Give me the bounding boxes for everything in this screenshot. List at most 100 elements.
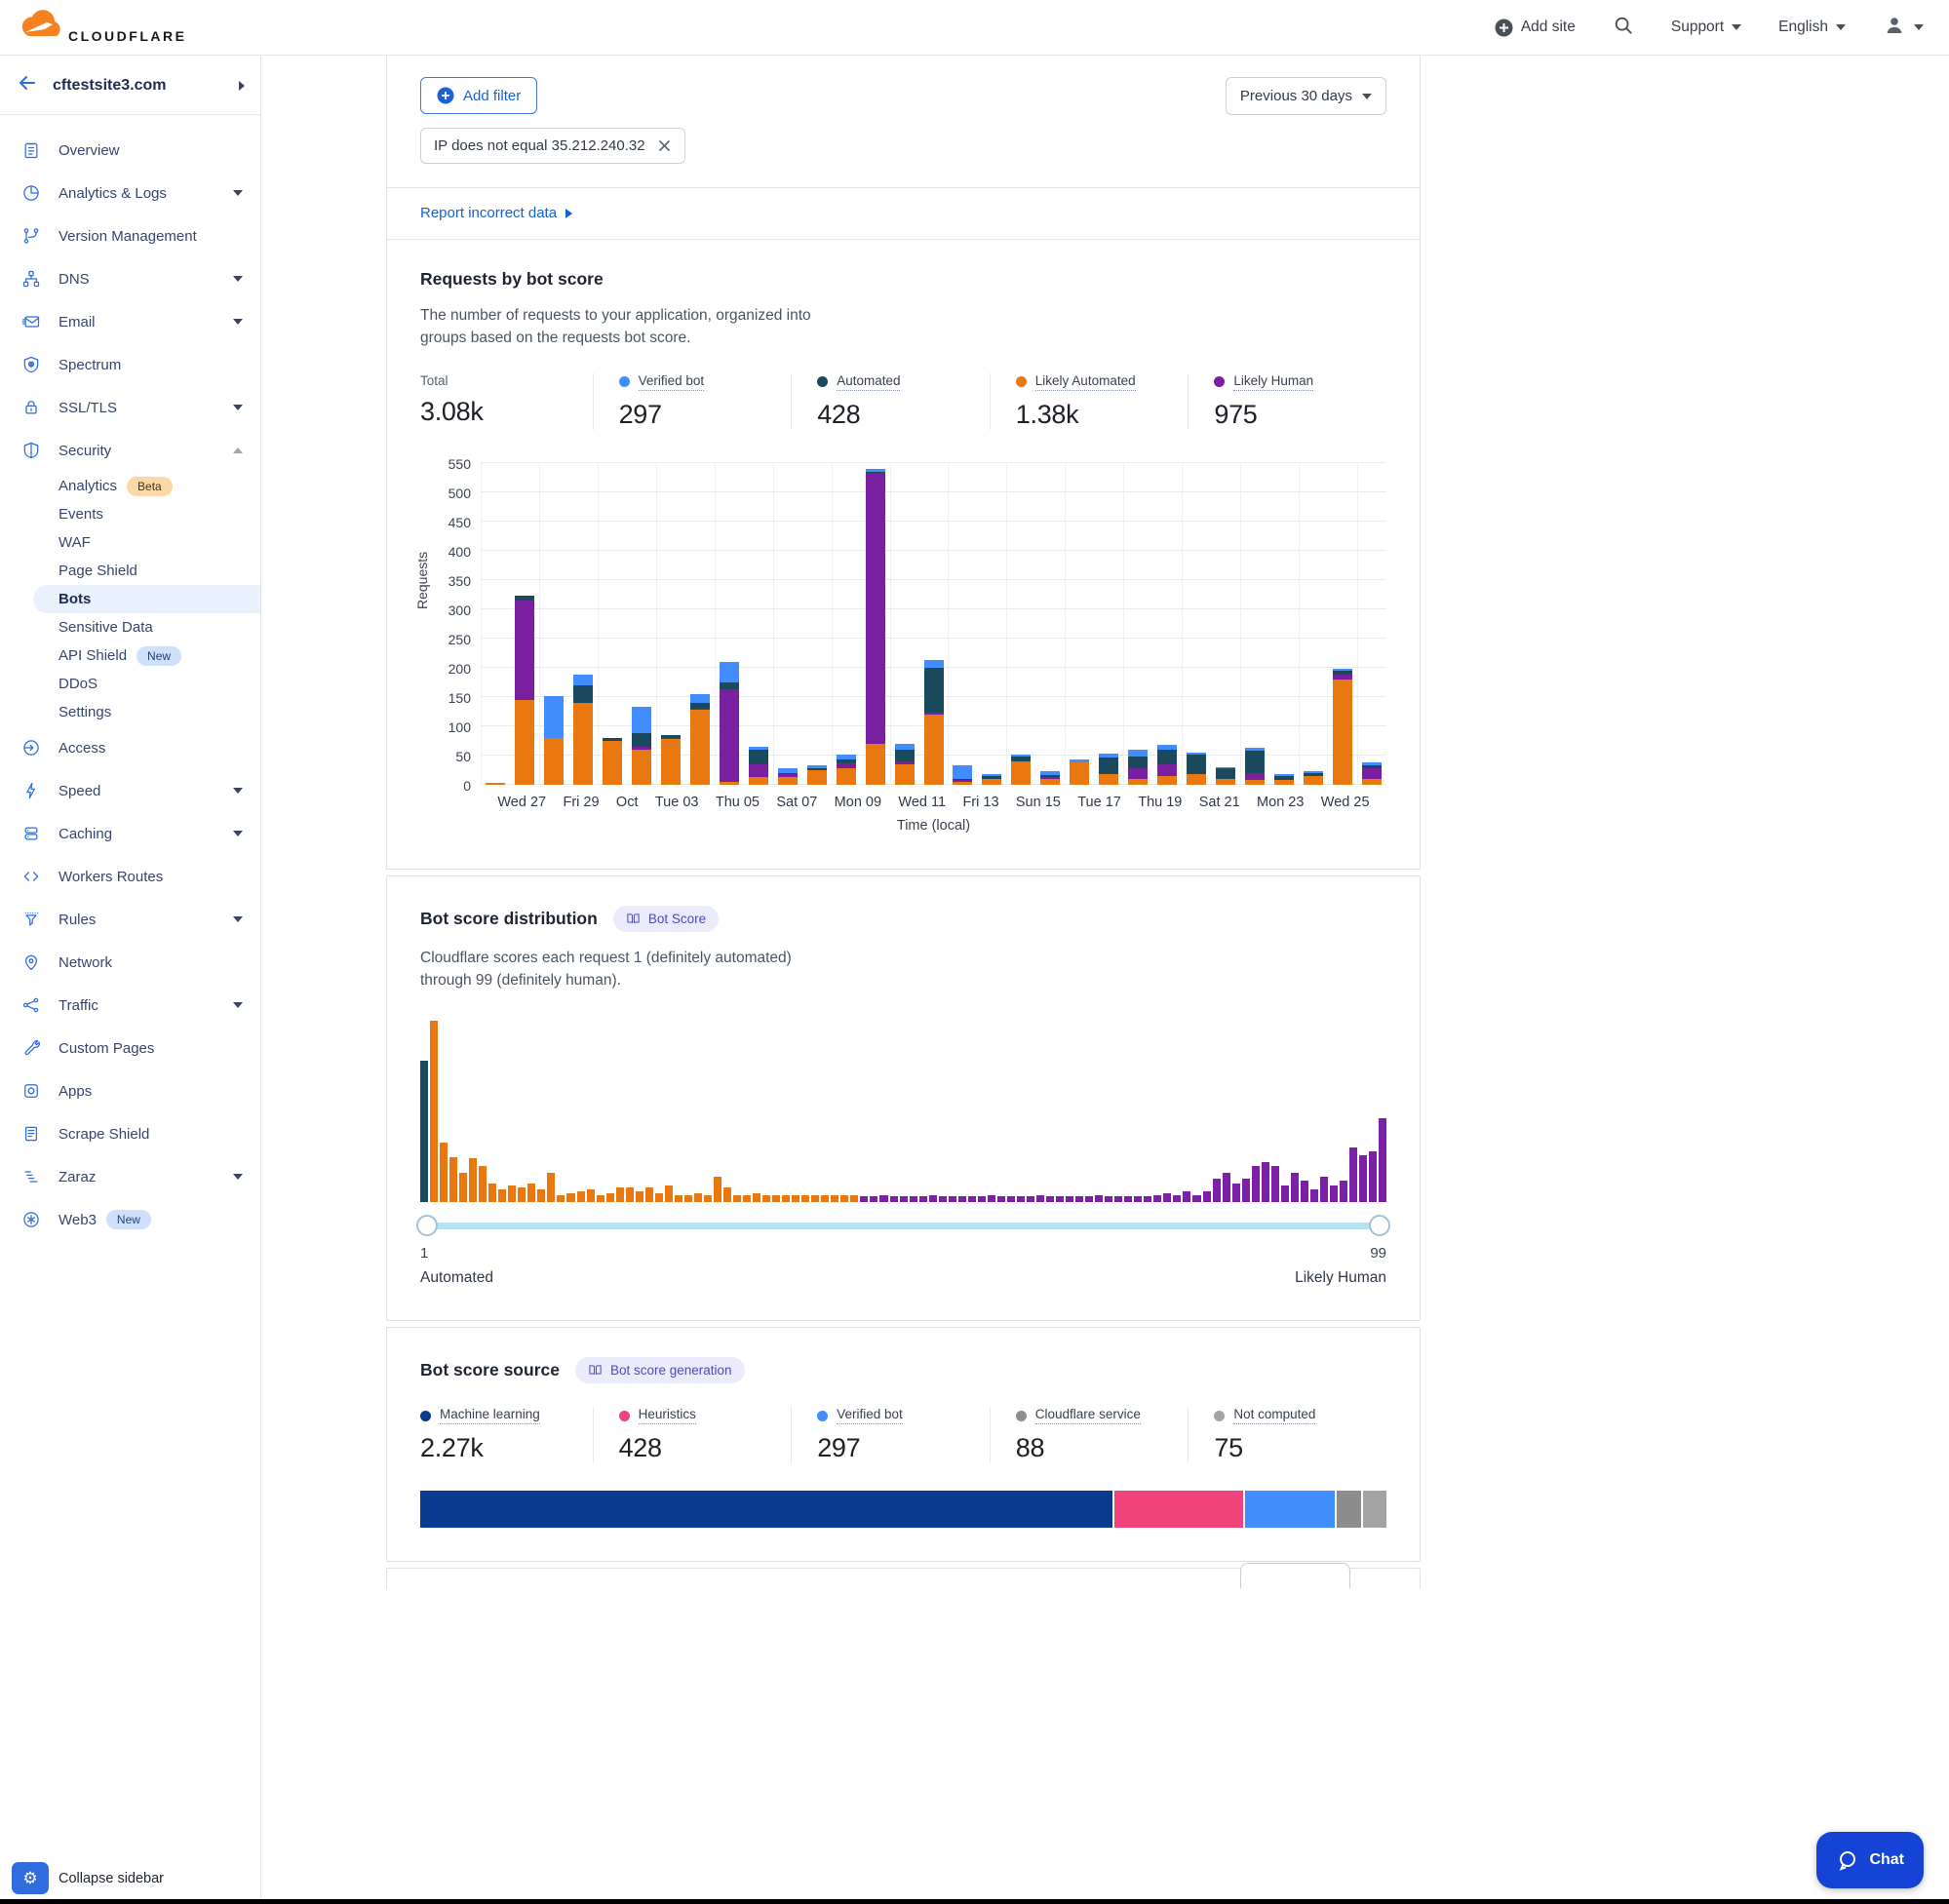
source-segment-cloudflare-service xyxy=(1337,1491,1364,1528)
x-tick xyxy=(1182,795,1198,810)
likely-automated-segment xyxy=(720,782,739,785)
sidebar-item-access[interactable]: Access xyxy=(0,726,260,769)
add-site-button[interactable]: Add site xyxy=(1495,19,1576,37)
sidebar-item-caching[interactable]: Caching xyxy=(0,812,260,855)
search-button[interactable] xyxy=(1613,15,1634,41)
hierarchy-icon xyxy=(21,269,41,289)
sidebar-item-network[interactable]: Network xyxy=(0,941,260,984)
sidebar-item-bots[interactable]: Bots xyxy=(33,585,260,613)
stat-value: 3.08k xyxy=(420,397,593,427)
stat-machine-learning: Machine learning2.27k xyxy=(420,1407,593,1463)
x-tick: Thu 19 xyxy=(1138,795,1182,810)
histogram-bar xyxy=(879,1195,887,1202)
x-axis-label: Time (local) xyxy=(481,818,1386,834)
branch-icon xyxy=(21,226,41,246)
sidebar-item-settings[interactable]: Settings xyxy=(0,698,260,726)
histogram-bar xyxy=(645,1187,653,1202)
bars-icon xyxy=(21,1167,41,1186)
histogram-bar xyxy=(449,1157,457,1203)
sidebar-item-workers-routes[interactable]: Workers Routes xyxy=(0,855,260,898)
sidebar-item-sensitive-data[interactable]: Sensitive Data xyxy=(0,613,260,641)
settings-gear-button[interactable]: ⚙ xyxy=(12,1862,49,1894)
x-tick xyxy=(698,795,715,810)
stat-label[interactable]: Heuristics xyxy=(639,1407,696,1424)
filter-chip[interactable]: IP does not equal 35.212.240.32 xyxy=(420,128,685,164)
histogram-bar xyxy=(782,1195,790,1202)
stat-label[interactable]: Likely Human xyxy=(1233,373,1313,391)
chart-bar xyxy=(1006,463,1035,785)
stat-label[interactable]: Not computed xyxy=(1233,1407,1315,1424)
sidebar-item-ssl-tls[interactable]: SSL/TLS xyxy=(0,386,260,429)
remove-filter-icon[interactable] xyxy=(657,138,672,153)
slider-track[interactable] xyxy=(420,1223,1386,1229)
sidebar-item-rules[interactable]: Rules xyxy=(0,898,260,941)
requests-stats-row: Total3.08kVerified bot297Automated428Lik… xyxy=(420,373,1386,430)
sidebar-item-waf[interactable]: WAF xyxy=(0,528,260,557)
x-tick xyxy=(600,795,616,810)
sidebar-item-security[interactable]: Security xyxy=(0,429,260,472)
chart-bar xyxy=(510,463,539,785)
date-range-select[interactable]: Previous 30 days xyxy=(1226,77,1386,115)
support-menu[interactable]: Support xyxy=(1671,19,1741,36)
sidebar-item-label: Settings xyxy=(58,704,111,720)
stat-label[interactable]: Verified bot xyxy=(639,373,705,391)
site-selector[interactable]: cftestsite3.com xyxy=(0,57,260,115)
likely-automated-segment xyxy=(1157,776,1177,785)
stat-cloudflare-service: Cloudflare service88 xyxy=(990,1407,1189,1463)
back-arrow-icon[interactable] xyxy=(16,71,39,99)
sidebar-item-overview[interactable]: Overview xyxy=(0,129,260,172)
legend-dot xyxy=(817,376,828,387)
sidebar-item-page-shield[interactable]: Page Shield xyxy=(0,557,260,585)
y-tick: 100 xyxy=(448,719,471,735)
sidebar-item-analytics-logs[interactable]: Analytics & Logs xyxy=(0,172,260,214)
histogram-bar xyxy=(1349,1147,1357,1202)
chat-button[interactable]: Chat xyxy=(1816,1832,1924,1888)
add-filter-button[interactable]: Add filter xyxy=(420,77,537,114)
stat-label[interactable]: Machine learning xyxy=(440,1407,540,1424)
y-tick: 150 xyxy=(448,690,471,706)
sidebar-item-events[interactable]: Events xyxy=(0,500,260,528)
histogram-bar xyxy=(1095,1195,1103,1202)
histogram-bar xyxy=(1310,1189,1318,1202)
sidebar-item-spectrum[interactable]: Spectrum xyxy=(0,343,260,386)
histogram-bar xyxy=(518,1187,526,1202)
language-menu[interactable]: English xyxy=(1778,19,1846,36)
histogram-bar xyxy=(890,1196,898,1202)
slider-handle-max[interactable] xyxy=(1369,1215,1390,1236)
score-range-slider[interactable] xyxy=(420,1214,1386,1237)
sidebar-item-apps[interactable]: Apps xyxy=(0,1069,260,1112)
chart-bar xyxy=(773,463,802,785)
sidebar-item-api-shield[interactable]: API ShieldNew xyxy=(0,641,260,670)
sidebar-item-zaraz[interactable]: Zaraz xyxy=(0,1155,260,1198)
cloudflare-logo[interactable]: CLOUDFLARE xyxy=(16,10,186,46)
sidebar-item-dns[interactable]: DNS xyxy=(0,257,260,300)
sidebar-item-scrape-shield[interactable]: Scrape Shield xyxy=(0,1112,260,1155)
partial-button[interactable] xyxy=(1240,1563,1350,1588)
sidebar-item-email[interactable]: Email xyxy=(0,300,260,343)
histogram-bar xyxy=(1046,1196,1054,1202)
chart-bar xyxy=(977,463,1006,785)
account-menu[interactable] xyxy=(1883,14,1924,42)
sidebar-item-speed[interactable]: Speed xyxy=(0,769,260,812)
collapse-sidebar-button[interactable]: Collapse sidebar xyxy=(58,1871,164,1886)
sidebar-item-web3[interactable]: Web3New xyxy=(0,1198,260,1241)
x-tick: Wed 27 xyxy=(497,795,546,810)
stat-label[interactable]: Cloudflare service xyxy=(1035,1407,1141,1424)
report-incorrect-data-link[interactable]: Report incorrect data xyxy=(420,205,572,221)
sidebar-item-custom-pages[interactable]: Custom Pages xyxy=(0,1027,260,1069)
bot-score-generation-badge[interactable]: Bot score generation xyxy=(575,1357,745,1383)
histogram-bar xyxy=(939,1196,947,1202)
sidebar-item-traffic[interactable]: Traffic xyxy=(0,984,260,1027)
slider-handle-min[interactable] xyxy=(416,1215,438,1236)
sidebar-item-analytics[interactable]: AnalyticsBeta xyxy=(0,472,260,500)
sidebar-item-ddos[interactable]: DDoS xyxy=(0,670,260,698)
stat-label[interactable]: Verified bot xyxy=(837,1407,903,1424)
stat-likely-automated: Likely Automated1.38k xyxy=(990,373,1189,430)
bot-score-badge[interactable]: Bot Score xyxy=(613,906,719,932)
stat-label[interactable]: Automated xyxy=(837,373,900,391)
top-nav: CLOUDFLARE Add site Support English xyxy=(0,0,1949,56)
histogram-bar xyxy=(860,1196,868,1202)
sidebar-item-version-management[interactable]: Version Management xyxy=(0,214,260,257)
requests-time-chart: Requests 0501001502002503003504004505005… xyxy=(420,463,1386,834)
stat-label[interactable]: Likely Automated xyxy=(1035,373,1136,391)
